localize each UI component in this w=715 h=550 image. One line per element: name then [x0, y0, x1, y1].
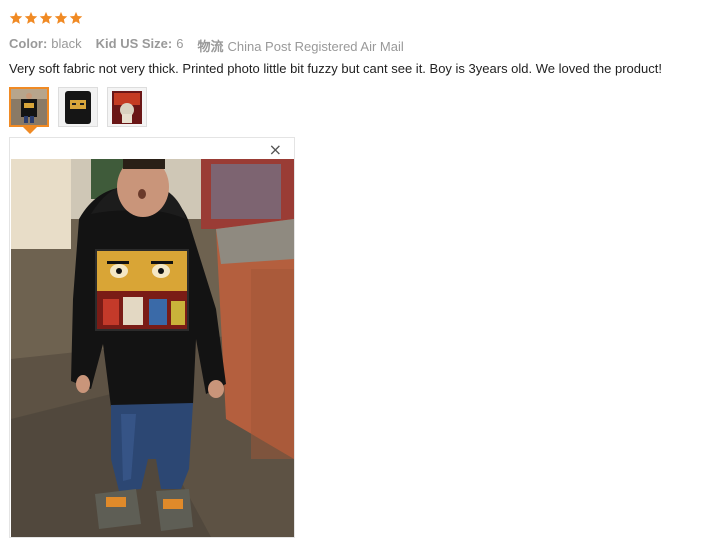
photo-thumbnails: [9, 87, 147, 127]
star-icon: [24, 11, 38, 24]
star-icon: [39, 11, 53, 24]
attribute-size: Kid US Size: 6: [96, 36, 184, 55]
review-attributes: Color: black Kid US Size: 6 物流 China Post R…: [9, 36, 418, 55]
attribute-shipping: 物流 China Post Registered Air Mail: [197, 36, 403, 55]
attribute-label: 物流: [197, 39, 224, 54]
thumbnail-image: [11, 89, 47, 125]
review-item: Color: black Kid US Size: 6 物流 China Post R…: [0, 0, 715, 550]
star-icon: [54, 11, 68, 24]
attribute-value: black: [51, 36, 82, 51]
thumbnail-image: [59, 88, 97, 126]
review-photo[interactable]: [11, 159, 294, 537]
attribute-color: Color: black: [9, 36, 82, 55]
photo-thumbnail-2[interactable]: [58, 87, 98, 127]
thumbnail-image: [108, 88, 146, 126]
review-comment: Very soft fabric not very thick. Printed…: [9, 61, 662, 76]
star-rating: [9, 11, 83, 25]
close-icon[interactable]: ×: [269, 142, 282, 158]
star-icon: [9, 11, 23, 24]
star-icon: [69, 11, 83, 24]
photo-viewer: ×: [9, 137, 295, 538]
attribute-label: Color:: [9, 36, 48, 51]
attribute-value: China Post Registered Air Mail: [227, 39, 404, 54]
attribute-value: 6: [176, 36, 184, 51]
active-thumbnail-indicator: [23, 127, 37, 134]
attribute-label: Kid US Size:: [95, 36, 173, 51]
review-photo-image: [11, 159, 294, 537]
photo-thumbnail-3[interactable]: [107, 87, 147, 127]
photo-thumbnail-1[interactable]: [9, 87, 49, 127]
